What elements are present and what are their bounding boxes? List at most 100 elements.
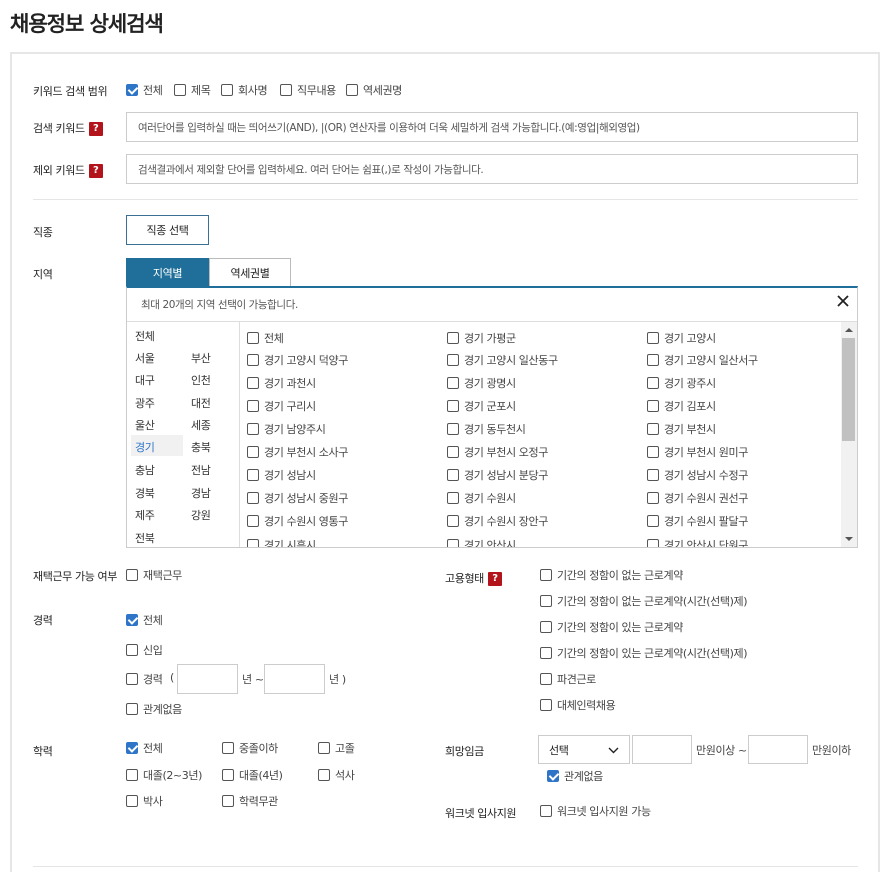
career-all-checkbox[interactable]: 전체 [126, 612, 163, 628]
region-item[interactable]: 대전 [191, 395, 211, 411]
region-item[interactable]: 강원 [191, 507, 211, 523]
checkbox-icon[interactable] [647, 469, 659, 481]
sub-region-checkbox[interactable]: 경기 성남시 분당구 [447, 467, 548, 483]
checkbox-icon[interactable] [126, 703, 138, 715]
checkbox-icon[interactable] [447, 332, 459, 344]
checkbox-icon[interactable] [647, 354, 659, 366]
search-keyword-input[interactable]: 여러단어를 입력하실 때는 띄어쓰기(AND), |(OR) 연산자를 이용하여… [126, 112, 858, 142]
sub-region-checkbox[interactable]: 경기 부천시 오정구 [447, 444, 548, 460]
sub-region-checkbox[interactable]: 경기 군포시 [447, 398, 516, 414]
sub-region-checkbox[interactable]: 경기 안산시 단원구 [647, 537, 748, 547]
salary-none-checkbox[interactable]: 관계없음 [547, 768, 603, 784]
checkbox-icon[interactable] [447, 492, 459, 504]
worknet-apply-checkbox[interactable]: 워크넷 입사지원 가능 [540, 803, 651, 819]
career-years-to-input[interactable] [264, 664, 325, 694]
checkbox-icon[interactable] [647, 332, 659, 344]
region-item[interactable]: 광주 [135, 395, 155, 411]
scroll-down-icon[interactable] [845, 536, 853, 542]
help-icon[interactable]: ? [88, 164, 103, 178]
sub-region-checkbox[interactable]: 경기 부천시 소사구 [247, 444, 348, 460]
checkbox-icon[interactable] [126, 795, 138, 807]
career-none-checkbox[interactable]: 관계없음 [126, 701, 182, 717]
sub-region-checkbox[interactable]: 경기 고양시 [647, 330, 716, 346]
region-item[interactable]: 충남 [135, 462, 155, 478]
checkbox-icon[interactable] [647, 400, 659, 412]
scope-all-checkbox[interactable]: 전체 [126, 82, 163, 98]
checkbox-icon[interactable] [318, 769, 330, 781]
sub-region-checkbox[interactable]: 경기 가평군 [447, 330, 516, 346]
region-item[interactable]: 전북 [135, 530, 155, 546]
region-item[interactable]: 충북 [191, 439, 211, 455]
salary-max-input[interactable] [748, 735, 808, 764]
edu-college-checkbox[interactable]: 대졸(2~3년) [126, 767, 202, 783]
region-item[interactable]: 울산 [135, 417, 155, 433]
salary-select[interactable]: 선택 [538, 735, 630, 764]
checkbox-icon[interactable] [647, 515, 659, 527]
scroll-up-icon[interactable] [845, 327, 853, 333]
sub-region-checkbox[interactable]: 경기 고양시 덕양구 [247, 352, 348, 368]
tab-by-station[interactable]: 역세권별 [209, 258, 291, 287]
remote-work-checkbox[interactable]: 재택근무 [126, 567, 182, 583]
region-item[interactable]: 전체 [135, 328, 155, 344]
sub-region-checkbox[interactable]: 경기 성남시 중원구 [247, 490, 348, 506]
sub-region-checkbox[interactable]: 경기 김포시 [647, 398, 716, 414]
checkbox-icon[interactable] [126, 569, 138, 581]
checkbox-icon[interactable] [540, 805, 552, 817]
sub-region-checkbox[interactable]: 경기 구리시 [247, 398, 316, 414]
checkbox-icon[interactable] [247, 469, 259, 481]
checkbox-icon[interactable] [346, 84, 358, 96]
checkbox-icon[interactable] [126, 673, 138, 685]
sub-region-checkbox[interactable]: 경기 수원시 장안구 [447, 513, 548, 529]
region-item[interactable]: 경남 [191, 485, 211, 501]
checkbox-icon[interactable] [647, 446, 659, 458]
close-icon[interactable] [837, 295, 849, 307]
checkbox-icon[interactable] [222, 742, 234, 754]
sub-region-checkbox[interactable]: 경기 안산시 [447, 537, 516, 547]
employment-type-checkbox[interactable]: 기간의 정함이 있는 근로계약(시간(선택)제) [540, 645, 748, 661]
checkbox-icon[interactable] [547, 770, 559, 782]
edu-middle-checkbox[interactable]: 중졸이하 [222, 740, 278, 756]
employment-type-checkbox[interactable]: 파견근로 [540, 671, 596, 687]
scope-title-checkbox[interactable]: 제목 [174, 82, 211, 98]
sub-region-checkbox[interactable]: 경기 광주시 [647, 375, 716, 391]
tab-by-region[interactable]: 지역별 [126, 258, 209, 287]
sub-region-checkbox[interactable]: 경기 부천시 [647, 421, 716, 437]
checkbox-icon[interactable] [540, 621, 552, 633]
career-years-from-input[interactable] [177, 664, 238, 694]
scope-station-checkbox[interactable]: 역세권명 [346, 82, 402, 98]
checkbox-icon[interactable] [540, 569, 552, 581]
checkbox-icon[interactable] [540, 595, 552, 607]
region-item[interactable]: 부산 [191, 350, 211, 366]
employment-type-checkbox[interactable]: 기간의 정함이 있는 근로계약 [540, 619, 683, 635]
sub-region-checkbox[interactable]: 경기 동두천시 [447, 421, 526, 437]
sub-region-checkbox[interactable]: 전체 [247, 330, 284, 346]
checkbox-icon[interactable] [247, 400, 259, 412]
edu-master-checkbox[interactable]: 석사 [318, 767, 355, 783]
checkbox-icon[interactable] [447, 400, 459, 412]
edu-all-checkbox[interactable]: 전체 [126, 740, 163, 756]
sub-region-checkbox[interactable]: 경기 수원시 팔달구 [647, 513, 748, 529]
sub-region-checkbox[interactable]: 경기 광명시 [447, 375, 516, 391]
help-icon[interactable]: ? [88, 122, 103, 136]
checkbox-icon[interactable] [280, 84, 292, 96]
checkbox-icon[interactable] [174, 84, 186, 96]
edu-doctor-checkbox[interactable]: 박사 [126, 793, 163, 809]
checkbox-icon[interactable] [222, 769, 234, 781]
sub-region-checkbox[interactable]: 경기 과천시 [247, 375, 316, 391]
employment-type-checkbox[interactable]: 기간의 정함이 없는 근로계약 [540, 567, 683, 583]
salary-min-input[interactable] [632, 735, 692, 764]
checkbox-icon[interactable] [247, 423, 259, 435]
edu-high-checkbox[interactable]: 고졸 [318, 740, 355, 756]
sub-region-checkbox[interactable]: 경기 고양시 일산서구 [647, 352, 758, 368]
checkbox-icon[interactable] [647, 377, 659, 389]
checkbox-icon[interactable] [247, 332, 259, 344]
sub-region-checkbox[interactable]: 경기 수원시 영통구 [247, 513, 348, 529]
region-item[interactable]: 대구 [135, 372, 155, 388]
sub-region-checkbox[interactable]: 경기 남양주시 [247, 421, 326, 437]
checkbox-icon[interactable] [221, 84, 233, 96]
checkbox-icon[interactable] [247, 539, 259, 547]
sub-region-checkbox[interactable]: 경기 부천시 원미구 [647, 444, 748, 460]
checkbox-icon[interactable] [540, 699, 552, 711]
checkbox-icon[interactable] [126, 614, 138, 626]
checkbox-icon[interactable] [540, 673, 552, 685]
